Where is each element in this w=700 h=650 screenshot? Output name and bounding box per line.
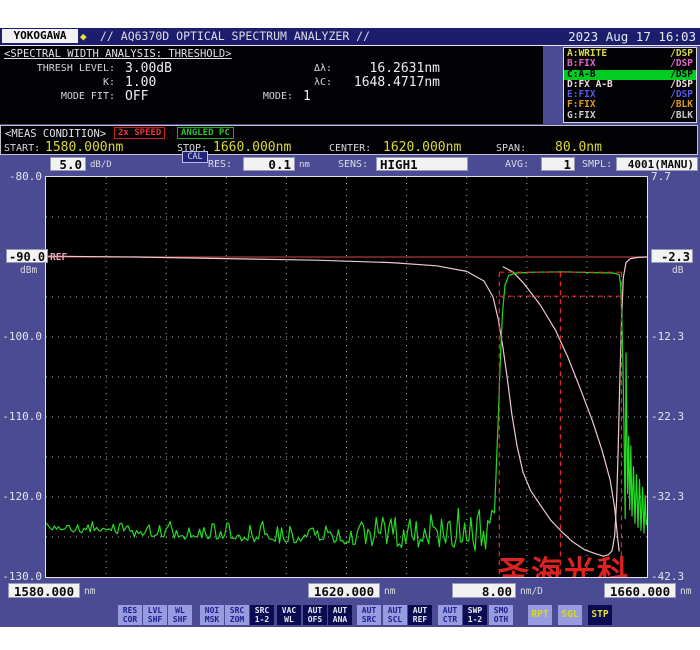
trace-label: G:FIX <box>567 111 596 121</box>
ref-level-unit: dBm <box>20 265 37 276</box>
analysis-label: THRESH LEVEL: <box>0 63 115 74</box>
analysis-heading: <SPECTRAL WIDTH ANALYSIS: THRESHOLD> <box>4 48 232 60</box>
level-scale-field[interactable]: 5.0 <box>50 157 86 171</box>
analysis-label2: MODE: <box>203 91 293 102</box>
y-tick-left: -100.0 <box>2 330 42 343</box>
softkey-aut-scl[interactable]: AUTSCL <box>383 605 407 625</box>
res-label: RES: <box>208 159 232 170</box>
y-tick-right: -32.3 <box>651 490 691 503</box>
level-scale-unit: dB/D <box>90 160 112 170</box>
softkey-vac-wl[interactable]: VACWL <box>277 605 301 625</box>
y-tick-left: -120.0 <box>2 490 42 503</box>
analysis-value2: 16.2631nm <box>310 61 440 76</box>
y-tick-left: -110.0 <box>2 410 42 423</box>
meas-field-value[interactable]: 1620.000nm <box>383 140 461 155</box>
smpl-label: SMPL: <box>582 159 612 170</box>
softkey-aut-src[interactable]: AUTSRC <box>357 605 381 625</box>
yokogawa-logo: YOKOGAWA <box>2 29 78 43</box>
y-tick-left: -130.0 <box>2 570 42 583</box>
softkey-stp[interactable]: STP <box>588 605 612 625</box>
x-axis-value[interactable]: 8.00 <box>452 583 516 598</box>
x-axis-value[interactable]: 1660.000 <box>604 583 676 598</box>
spectrum-chart: REF 圣海光科 <box>46 177 647 577</box>
speed-badge: 2x SPEED <box>114 127 165 139</box>
x-axis-unit: nm/D <box>520 586 543 597</box>
softkey-sgl[interactable]: SGL <box>558 605 582 625</box>
meas-field-label: CENTER: <box>329 143 371 154</box>
title-bar: YOKOGAWA ◆ // AQ6370D OPTICAL SPECTRUM A… <box>0 28 700 46</box>
diamond-icon: ◆ <box>80 29 87 44</box>
y-tick-right: -12.3 <box>651 330 691 343</box>
trace-panel: A:WRITE/DSPB:FIX/DSPC:A-B/DSPD:FX A-B/DS… <box>563 47 697 123</box>
res-unit: nm <box>299 160 310 170</box>
avg-label: AVG: <box>505 159 529 170</box>
softkey-swp-1-2[interactable]: SWP1-2 <box>463 605 487 625</box>
analysis-value2: 1648.4717nm <box>310 75 440 90</box>
analysis-value: 1.00 <box>125 75 156 90</box>
right-ref-box: -2.3 <box>651 249 693 263</box>
analysis-label: K: <box>0 77 115 88</box>
y-tick-right: 7.7 <box>651 170 691 183</box>
sensitivity-field[interactable]: HIGH1 <box>376 157 468 171</box>
softkey-lvl-shf[interactable]: LVLSHF <box>143 605 167 625</box>
meas-field-label: SPAN: <box>496 143 526 154</box>
analysis-panel: <SPECTRAL WIDTH ANALYSIS: THRESHOLD> THR… <box>0 46 543 124</box>
ref-level-box[interactable]: -90.0 <box>6 249 48 263</box>
meas-field-value[interactable]: 1660.000nm <box>213 140 291 155</box>
ref-line-label: REF <box>50 252 67 263</box>
softkey-src-1-2[interactable]: SRC1-2 <box>250 605 274 625</box>
y-tick-right: -22.3 <box>651 410 691 423</box>
analysis-value: 3.00dB <box>125 61 172 76</box>
meas-field-value[interactable]: 80.0nm <box>555 140 602 155</box>
x-axis-unit: nm <box>384 586 395 597</box>
analysis-value: OFF <box>125 89 148 104</box>
meas-field-label: START: <box>4 143 40 154</box>
app-title: // AQ6370D OPTICAL SPECTRUM ANALYZER // <box>100 29 370 44</box>
softkey-aut-ana[interactable]: AUTANA <box>328 605 352 625</box>
right-ref-unit: dB <box>672 265 683 276</box>
softkey-rpt[interactable]: RPT <box>528 605 552 625</box>
softkey-aut-ctr[interactable]: AUTCTR <box>438 605 462 625</box>
y-tick-left: -80.0 <box>2 170 42 183</box>
softkey-aut-ref[interactable]: AUTREF <box>408 605 432 625</box>
softkey-smo-oth[interactable]: SMOOTH <box>489 605 513 625</box>
y-tick-right: -42.3 <box>651 570 691 583</box>
softkey-noi-msk[interactable]: NOIMSK <box>200 605 224 625</box>
osa-screen: YOKOGAWA ◆ // AQ6370D OPTICAL SPECTRUM A… <box>0 28 700 627</box>
spectrum-plot: REF 圣海光科 <box>45 176 648 578</box>
trace-mode: /BLK <box>670 111 693 121</box>
watermark-text: 圣海光科 <box>498 555 630 577</box>
trace-row[interactable]: G:FIX/BLK <box>564 111 696 121</box>
x-axis-value[interactable]: 1620.000 <box>308 583 380 598</box>
cal-badge: CAL <box>182 151 208 163</box>
average-field[interactable]: 1 <box>541 157 575 171</box>
softkey-res-cor[interactable]: RESCOR <box>118 605 142 625</box>
analysis-value2: 1 <box>303 89 311 104</box>
resolution-field[interactable]: 0.1 <box>243 157 295 171</box>
meas-condition-panel: <MEAS CONDITION> 2x SPEED ANGLED PC STAR… <box>0 125 698 155</box>
x-axis-unit: nm <box>680 586 691 597</box>
datetime: 2023 Aug 17 16:03 <box>568 29 696 44</box>
x-axis-unit: nm <box>84 586 95 597</box>
analysis-label: MODE FIT: <box>0 91 115 102</box>
sens-label: SENS: <box>338 159 368 170</box>
softkey-aut-ofs[interactable]: AUTOFS <box>303 605 327 625</box>
meas-field-value[interactable]: 1580.000nm <box>45 140 123 155</box>
sampling-field[interactable]: 4001(MANU) <box>616 157 698 171</box>
angled-pc-badge: ANGLED PC <box>177 127 234 139</box>
softkey-wl-shf[interactable]: WLSHF <box>168 605 192 625</box>
softkey-src-zom[interactable]: SRCZOM <box>225 605 249 625</box>
meas-heading: <MEAS CONDITION> <box>5 128 106 140</box>
x-axis-value[interactable]: 1580.000 <box>8 583 80 598</box>
